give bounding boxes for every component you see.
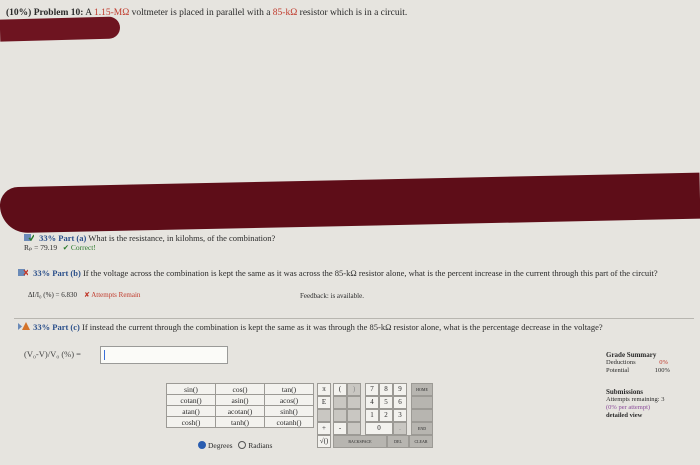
redaction-bar-middle [0, 172, 700, 234]
part-b-weight: 33% Part (b) [33, 268, 81, 278]
detailed-view-link[interactable]: detailed view [606, 412, 665, 420]
lparen-key[interactable]: ( [333, 383, 347, 396]
radians-label: Radians [248, 441, 273, 450]
submissions-panel: Submissions Attempts remaining: 3 (0% pe… [606, 388, 665, 420]
part-c-text: If instead the current through the combi… [81, 322, 603, 332]
blank-key-2[interactable] [333, 409, 347, 422]
pi-key[interactable]: π [317, 383, 331, 396]
cotanh-button[interactable]: cotanh() [264, 416, 314, 428]
part-a-value: Rₚ = 79.19 [24, 243, 58, 252]
backspace-key[interactable]: BACKSPACE [333, 435, 387, 448]
potential-label: Potential [606, 367, 630, 374]
part-x-icon [18, 268, 29, 277]
blank-key-3[interactable] [347, 409, 361, 422]
e-key[interactable]: E [317, 396, 331, 409]
right-arrow-key[interactable] [411, 409, 433, 422]
key-4[interactable]: 4 [365, 396, 379, 409]
answer-label: (V₀-V)/V₀ (%) = [24, 349, 81, 359]
key-9[interactable]: 9 [393, 383, 407, 396]
part-a-question: 33% Part (a) What is the resistance, in … [24, 233, 275, 243]
acotan-button[interactable]: acotan() [215, 405, 265, 417]
potential-value: 100% [654, 367, 670, 374]
tanh-button[interactable]: tanh() [215, 416, 265, 428]
part-a-answer: Rₚ = 79.19 ✔ Correct! [24, 243, 96, 252]
angle-mode: Degrees Radians [198, 441, 272, 450]
part-a-status: ✔ Correct! [62, 243, 96, 252]
part-a-weight: 33% Part (a) [39, 233, 87, 243]
problem-weight: (10%) [6, 8, 32, 18]
key-6[interactable]: 6 [393, 396, 407, 409]
problem-header: (10%) Problem 10: A 1.15-MΩ voltmeter is… [6, 8, 407, 18]
deductions-label: Deductions [606, 359, 636, 366]
part-b-text: If the voltage across the combination is… [82, 268, 658, 278]
cotan-button[interactable]: cotan() [166, 394, 216, 406]
attempts-remaining: Attempts remaining: 3 [606, 396, 665, 403]
submissions-title: Submissions [606, 388, 643, 396]
blank-key[interactable] [317, 409, 331, 422]
grade-title: Grade Summary [606, 351, 657, 359]
function-pad: sin() cos() tan() cotan() asin() acos() … [166, 383, 314, 428]
problem-text-3: resistor which is in a circuit. [297, 8, 408, 18]
resistor-value: 85-kΩ [272, 8, 298, 18]
part-b-question: 33% Part (b) If the voltage across the c… [18, 268, 698, 278]
home-key[interactable]: HOME [411, 383, 433, 396]
feedback-link[interactable]: Feedback: is available. [300, 292, 364, 300]
key-8[interactable]: 8 [379, 383, 393, 396]
key-5[interactable]: 5 [379, 396, 393, 409]
sqrt-key[interactable]: √() [317, 435, 331, 448]
degrees-label: Degrees [208, 441, 233, 450]
tan-button[interactable]: tan() [264, 383, 314, 395]
redaction-bar-top [0, 16, 121, 42]
problem-text-2: voltmeter is placed in parallel with a [129, 8, 273, 18]
multiply-key[interactable] [347, 422, 361, 435]
answer-input[interactable] [100, 346, 228, 364]
part-a-text: What is the resistance, in kilohms, of t… [88, 233, 276, 243]
problem-number: Problem 10: [33, 8, 84, 18]
rparen-key[interactable]: ) [347, 383, 361, 396]
exp-key[interactable] [347, 396, 361, 409]
atan-button[interactable]: atan() [166, 405, 216, 417]
power-key[interactable] [333, 396, 347, 409]
key-0[interactable]: 0 [365, 422, 393, 435]
warning-icon [18, 322, 30, 331]
attempt-penalty: (0% per attempt) [606, 404, 651, 411]
cos-button[interactable]: cos() [215, 383, 265, 395]
plus-key[interactable]: + [317, 422, 331, 435]
left-arrow-key[interactable] [411, 396, 433, 409]
del-key[interactable]: DEL [387, 435, 409, 448]
part-b-answer: ΔI/I₀ (%) = 6.830 ✘ Attempts Remain [28, 291, 140, 299]
part-c-question: 33% Part (c) If instead the current thro… [18, 322, 688, 332]
key-3[interactable]: 3 [393, 409, 407, 422]
degrees-radio[interactable] [198, 441, 206, 449]
radians-radio[interactable] [238, 441, 247, 449]
part-b-status: ✘ Attempts Remain [84, 291, 141, 299]
grade-summary: Grade Summary Deductions 0% Potential 10… [606, 351, 670, 375]
text-caret [104, 350, 105, 360]
sin-button[interactable]: sin() [166, 383, 216, 395]
deductions-value: 0% [659, 359, 668, 366]
end-key[interactable]: END [411, 422, 433, 435]
dot-key[interactable]: . [393, 422, 407, 435]
minus-key[interactable]: - [333, 422, 347, 435]
part-check-icon [24, 233, 35, 242]
asin-button[interactable]: asin() [215, 394, 265, 406]
key-7[interactable]: 7 [365, 383, 379, 396]
key-2[interactable]: 2 [379, 409, 393, 422]
key-1[interactable]: 1 [365, 409, 379, 422]
cosh-button[interactable]: cosh() [166, 416, 216, 428]
part-b-value: ΔI/I₀ (%) = 6.830 [28, 291, 77, 299]
acos-button[interactable]: acos() [264, 394, 314, 406]
part-c-weight: 33% Part (c) [33, 322, 80, 332]
clear-key[interactable]: CLEAR [409, 435, 433, 448]
sinh-button[interactable]: sinh() [264, 405, 314, 417]
